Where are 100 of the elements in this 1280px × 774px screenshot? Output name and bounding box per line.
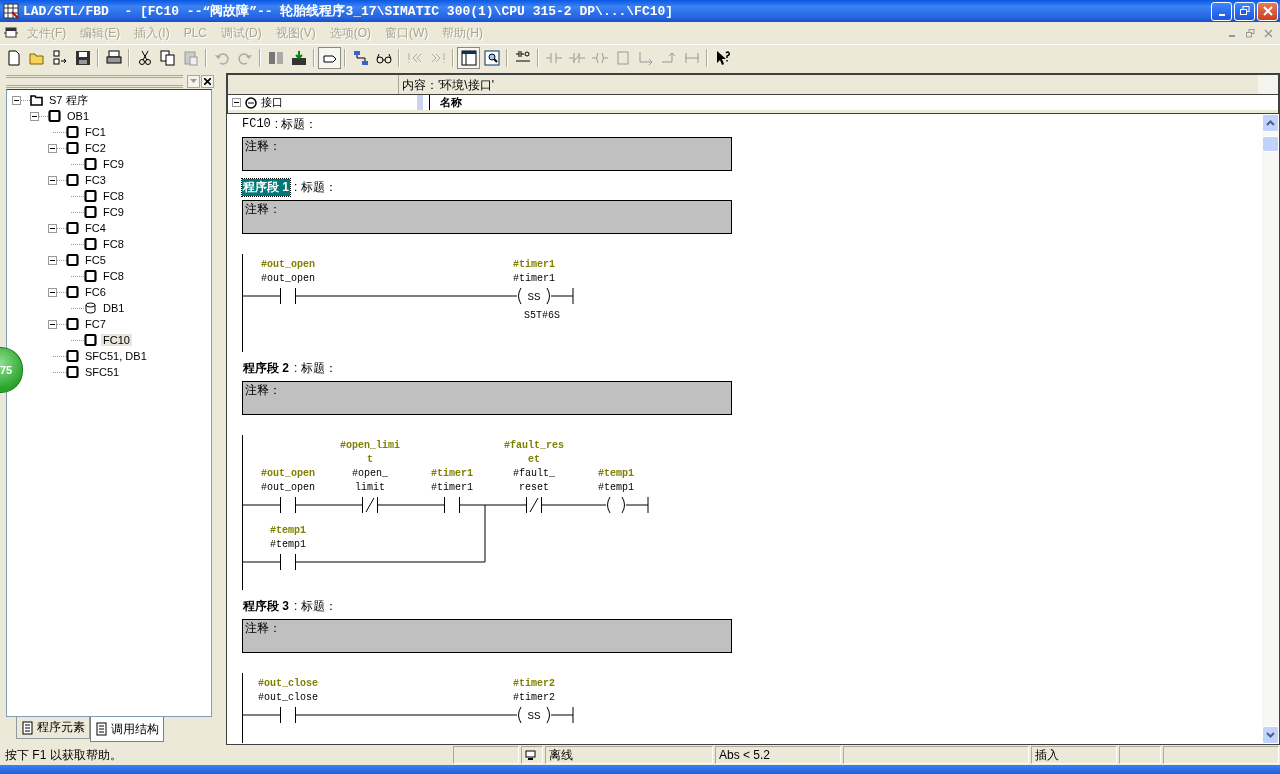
document-icon[interactable] <box>4 27 18 39</box>
restore-button[interactable] <box>1234 1 1255 21</box>
collapse-icon[interactable] <box>48 223 57 233</box>
network-title: : 标题： <box>294 178 337 196</box>
block-icon <box>66 350 79 362</box>
block-icon <box>66 318 79 330</box>
parameter-label: S5T#6S <box>524 309 560 323</box>
status-mode: 离线 <box>545 746 713 764</box>
panel-icon[interactable] <box>460 50 477 66</box>
tree-item[interactable]: FC6 <box>83 286 108 298</box>
zoom-view-icon[interactable] <box>483 50 500 66</box>
tree-item[interactable]: FC10 <box>101 334 132 346</box>
block-icon <box>66 126 79 138</box>
tree-item[interactable]: DB1 <box>101 302 127 314</box>
operand-label: #temp1 <box>269 538 307 552</box>
tab[interactable]: 调用结构 <box>90 717 164 742</box>
comment-box[interactable]: 注释： <box>242 137 732 171</box>
app-icon <box>3 3 19 19</box>
contact-symbol[interactable] <box>280 287 296 305</box>
closed-contact-symbol[interactable] <box>362 496 378 514</box>
collapse-icon[interactable] <box>48 143 57 153</box>
scrollbar-thumb[interactable] <box>1262 136 1279 152</box>
tree-item[interactable]: S7 程序 <box>47 92 90 108</box>
operand-label: #timer2 <box>512 691 556 705</box>
download-icon[interactable] <box>290 50 307 66</box>
document-icon <box>95 722 109 736</box>
print-icon[interactable] <box>105 50 122 66</box>
symbol-label: #out_open <box>260 467 316 481</box>
contact-symbol[interactable] <box>280 496 296 514</box>
tree-item[interactable]: OB1 <box>65 110 91 122</box>
scroll-down-button[interactable] <box>1262 726 1279 744</box>
open-folder-icon[interactable] <box>28 50 45 66</box>
module-icon[interactable] <box>267 50 284 66</box>
tree-item[interactable]: 接口 <box>261 95 283 110</box>
tree-item[interactable]: FC8 <box>101 238 126 250</box>
status-panel <box>453 746 519 764</box>
tree-item[interactable]: FC9 <box>101 158 126 170</box>
network-title: : 标题： <box>294 359 337 377</box>
document-icon <box>21 720 35 735</box>
block-icon <box>84 206 97 218</box>
close-icon <box>1261 5 1274 17</box>
save-icon[interactable] <box>74 50 91 66</box>
block-title: : 标题： <box>274 115 318 133</box>
block-icon <box>84 190 97 202</box>
comment-box[interactable]: 注释： <box>242 200 732 234</box>
network-label[interactable]: 程序段 2 <box>242 359 290 377</box>
collapse-icon[interactable] <box>48 175 57 185</box>
block-icon <box>84 334 97 346</box>
tree-item[interactable]: FC9 <box>101 206 126 218</box>
close-button[interactable] <box>1257 1 1278 21</box>
collapse-icon[interactable] <box>48 287 57 297</box>
closed-contact-symbol[interactable] <box>526 496 542 514</box>
contact-symbol[interactable] <box>444 496 460 514</box>
tree-item[interactable]: SFC51 <box>83 366 122 378</box>
copy-icon[interactable] <box>159 50 176 66</box>
scroll-up-button[interactable] <box>1262 114 1279 132</box>
contact-symbol[interactable] <box>280 706 296 724</box>
block-icon <box>84 238 97 250</box>
station-icon[interactable] <box>51 50 68 66</box>
block-icon <box>66 222 79 234</box>
help-icon[interactable] <box>714 50 731 66</box>
collapse-icon[interactable] <box>232 98 241 107</box>
block-icon <box>66 286 79 298</box>
tree-item[interactable]: SFC51, DB1 <box>83 350 149 362</box>
network-label[interactable]: 程序段 1 <box>242 178 290 196</box>
symbol-label: #open_limit <box>340 439 400 467</box>
minimize-icon <box>1218 13 1225 16</box>
comment-box[interactable]: 注释： <box>242 619 732 653</box>
collapse-icon[interactable] <box>48 255 57 265</box>
comment-box[interactable]: 注释： <box>242 381 732 415</box>
network-label[interactable]: 程序段 3 <box>242 597 290 615</box>
tree-item[interactable]: FC1 <box>83 126 108 138</box>
network-icon[interactable] <box>352 50 369 66</box>
operand-label: #out_open <box>260 272 316 286</box>
operand-label: #temp1 <box>597 481 635 495</box>
operand-label: #out_open <box>260 481 316 495</box>
symbol-label: #out_open <box>260 258 316 272</box>
symbol-label: #temp1 <box>269 524 307 538</box>
window-title: LAD/STL/FBD - [FC10 --“阀故障”-- 轮胎线程序3_17\SIMATIC 300(1)\CPU 315-2 DP\...\FC10] <box>23 2 675 20</box>
tree-item[interactable]: FC7 <box>83 318 108 330</box>
minimize-button[interactable] <box>1211 1 1232 21</box>
tree-item[interactable]: FC8 <box>101 270 126 282</box>
tab[interactable]: 程序元素 <box>16 717 90 739</box>
symbol-label: #timer1 <box>430 467 474 481</box>
tree-item[interactable]: FC4 <box>83 222 108 234</box>
collapse-icon[interactable] <box>30 111 39 121</box>
block-icon <box>66 142 79 154</box>
collapse-icon[interactable] <box>48 319 57 329</box>
tree-item[interactable]: FC2 <box>83 142 108 154</box>
symbol-label: #timer1 <box>512 258 556 272</box>
cut-icon[interactable] <box>136 50 153 66</box>
close-icon[interactable] <box>201 74 214 88</box>
coil-symbol[interactable] <box>607 496 625 514</box>
tree-item[interactable]: FC3 <box>83 174 108 186</box>
collapse-icon[interactable] <box>12 95 21 105</box>
block-icon <box>48 110 61 122</box>
new-document-icon[interactable] <box>5 50 22 66</box>
tree-item[interactable]: FC8 <box>101 190 126 202</box>
tree-item[interactable]: FC5 <box>83 254 108 266</box>
contact-symbol[interactable] <box>280 553 296 571</box>
